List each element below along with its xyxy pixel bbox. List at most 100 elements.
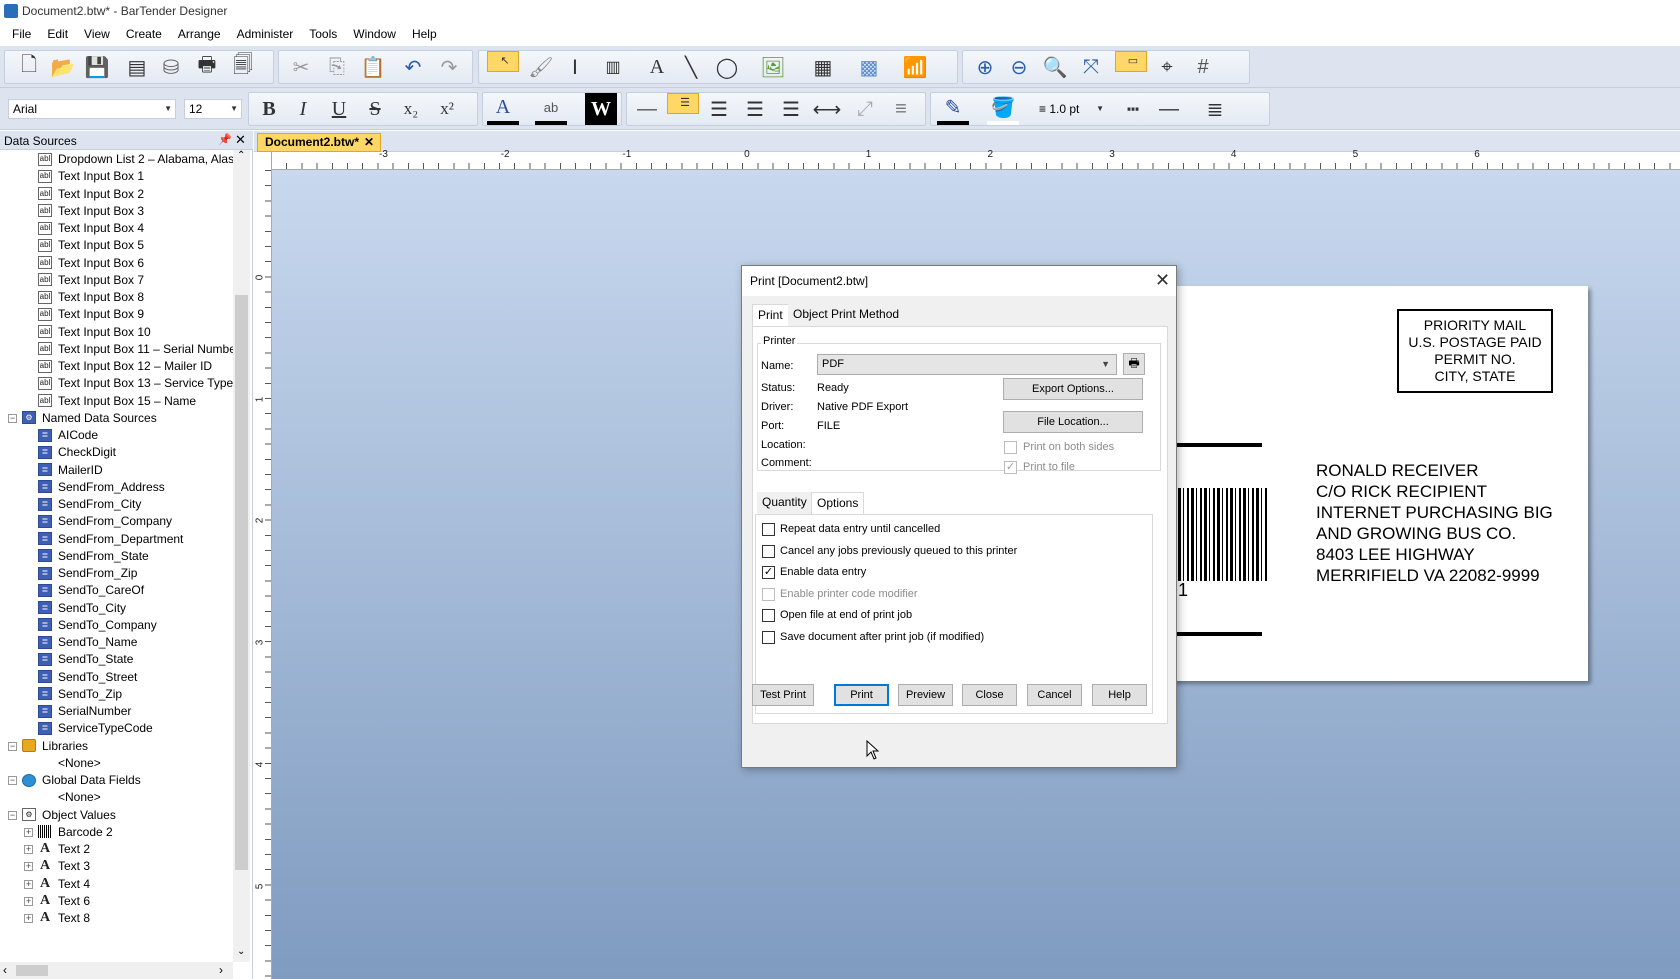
scroll-left-icon[interactable]: ‹ <box>3 963 7 977</box>
menu-administer[interactable]: Administer <box>229 23 302 46</box>
printer-name-select[interactable]: PDF ▼ <box>817 354 1117 375</box>
cut-icon[interactable]: ✂ <box>285 51 317 83</box>
line-end-icon[interactable]: — <box>1153 93 1185 125</box>
text-background-icon[interactable]: W <box>585 93 617 125</box>
option-checkbox[interactable] <box>762 544 775 558</box>
tree-item[interactable]: ≣ MailerID <box>38 461 103 479</box>
close-icon[interactable]: ✕ <box>235 132 246 148</box>
collapse-icon[interactable]: − <box>8 741 17 751</box>
bold-icon[interactable]: B <box>253 93 285 125</box>
cancel-button[interactable]: Cancel <box>1027 684 1082 706</box>
tree-item[interactable]: abl Text Input Box 2 <box>38 185 144 203</box>
scrollbar-thumb[interactable] <box>235 295 248 870</box>
tree-item[interactable]: abl Text Input Box 4 <box>38 219 144 237</box>
page-setup-icon[interactable]: ▤ <box>121 51 153 83</box>
scroll-right-icon[interactable]: › <box>219 963 223 977</box>
grid-toggle-icon[interactable]: # <box>1187 51 1219 83</box>
tree-item[interactable]: ≣ SendFrom_Department <box>38 530 183 548</box>
undo-icon[interactable]: ↶ <box>397 51 429 83</box>
printer-properties-icon[interactable]: 🖶 <box>1123 353 1145 375</box>
fit-text-icon[interactable]: ⟷ <box>811 93 843 125</box>
print-both-sides-checkbox[interactable] <box>1004 441 1017 454</box>
tree-item[interactable]: ≣ ServiceTypeCode <box>38 719 153 737</box>
menu-arrange[interactable]: Arrange <box>170 23 229 46</box>
zoom-whole-page-icon[interactable]: ⤧ <box>1075 51 1107 83</box>
menu-create[interactable]: Create <box>118 23 170 46</box>
format-painter-icon[interactable]: 🖌 <box>525 51 557 83</box>
scrollbar-thumb[interactable] <box>16 965 48 976</box>
option-checkbox[interactable]: ✓ <box>762 566 775 579</box>
tree-item[interactable]: ≣ SendTo_CareOf <box>38 581 144 599</box>
italic-icon[interactable]: I <box>287 93 319 125</box>
tree-item[interactable]: − ⚙ Named Data Sources <box>8 409 157 427</box>
close-button[interactable]: Close <box>962 684 1017 706</box>
collapse-icon[interactable]: − <box>8 776 17 785</box>
tree-item[interactable]: ≣ CheckDigit <box>38 443 116 461</box>
zoom-in-icon[interactable]: ⊕ <box>969 51 1001 83</box>
align-right-icon[interactable]: ☰ <box>739 93 771 125</box>
select-pointer-icon[interactable]: ↖ <box>487 51 519 72</box>
print-preview-icon[interactable]: 🗐 <box>227 51 259 83</box>
superscript-icon[interactable]: x² <box>431 93 463 125</box>
menu-window[interactable]: Window <box>345 23 404 46</box>
tree-item[interactable]: + A Text 2 <box>24 840 90 858</box>
pin-icon[interactable]: 📌 <box>218 133 232 146</box>
save-icon[interactable]: 💾 <box>81 51 113 83</box>
tab-quantity[interactable]: Quantity <box>757 492 812 514</box>
tree-item[interactable]: abl Dropdown List 2 – Alabama, Alas <box>38 150 233 168</box>
tree-item[interactable]: + A Text 3 <box>24 857 90 875</box>
tree-item[interactable]: + A Text 8 <box>24 909 90 927</box>
tree-item[interactable]: − Global Data Fields <box>8 771 141 789</box>
tree-item[interactable]: ≣ SerialNumber <box>38 702 131 720</box>
shape-tool-icon[interactable]: ◯ <box>711 51 743 83</box>
tree-item[interactable]: − Libraries <box>8 737 88 755</box>
menu-help[interactable]: Help <box>404 23 445 46</box>
grid-tool-icon[interactable]: ▩ <box>853 51 885 83</box>
label-divider-line[interactable] <box>1170 443 1262 447</box>
line-spacing-icon[interactable]: ≣ <box>1199 93 1231 125</box>
tree-item[interactable]: ≣ AICode <box>38 426 98 444</box>
tree-item[interactable]: ≣ SendFrom_Zip <box>38 564 137 582</box>
menu-tools[interactable]: Tools <box>301 23 345 46</box>
tree-item[interactable]: abl Text Input Box 8 <box>38 288 144 306</box>
font-name-select[interactable]: Arial ▼ <box>8 99 176 119</box>
tree-item[interactable]: abl Text Input Box 11 – Serial Numbe <box>38 340 233 358</box>
tree-item[interactable]: + A Text 6 <box>24 892 90 910</box>
tree-item[interactable]: abl Text Input Box 6 <box>38 254 144 272</box>
barcode-object[interactable] <box>1178 488 1268 581</box>
tree-item[interactable]: ≣ SendFrom_Company <box>38 512 172 530</box>
tree-horizontal-scrollbar[interactable]: ‹ › <box>0 962 233 979</box>
option-checkbox[interactable] <box>762 523 775 536</box>
line-color-icon[interactable]: ✎ <box>937 93 969 125</box>
tree-item[interactable]: abl Text Input Box 7 <box>38 271 144 289</box>
align-center-icon[interactable]: ☰ <box>703 93 735 125</box>
tree-item[interactable]: + Barcode 2 <box>24 823 113 841</box>
tree-item[interactable]: abl Text Input Box 1 <box>38 167 144 185</box>
option-checkbox[interactable] <box>762 630 775 644</box>
align-left-icon[interactable]: ☰ <box>667 93 699 114</box>
label-divider-line[interactable] <box>1170 632 1262 636</box>
tab-print[interactable]: Print <box>752 304 789 326</box>
font-color-icon[interactable]: A <box>487 93 519 125</box>
zoom-to-fit-icon[interactable]: 🔍 <box>1039 51 1071 83</box>
text-rotate-icon[interactable]: ⤢ <box>849 93 881 125</box>
tree-item[interactable]: abl Text Input Box 3 <box>38 202 144 220</box>
expand-icon[interactable]: + <box>24 845 33 854</box>
open-folder-icon[interactable]: 📂 <box>47 51 79 83</box>
new-document-icon[interactable]: 🗋 <box>13 51 45 83</box>
tree-item[interactable]: abl Text Input Box 10 <box>38 323 151 341</box>
tree-item[interactable]: <None> <box>58 754 101 772</box>
fill-color-icon[interactable]: 🪣 <box>987 93 1019 125</box>
zoom-out-icon[interactable]: ⊖ <box>1003 51 1035 83</box>
database-icon[interactable]: ⛁ <box>155 51 187 83</box>
snap-icon[interactable]: ⌖ <box>1151 51 1183 83</box>
tree-vertical-scrollbar[interactable]: ⌃ ⌄ <box>233 150 250 962</box>
tree-item[interactable]: abl Text Input Box 9 <box>38 305 144 323</box>
scroll-down-icon[interactable]: ⌄ <box>237 946 245 957</box>
tree-item[interactable]: ≣ SendTo_Name <box>38 633 137 651</box>
option-checkbox[interactable] <box>762 609 775 622</box>
document-tab[interactable]: Document2.btw* ✕ <box>257 133 381 152</box>
tree-item[interactable]: abl Text Input Box 12 – Mailer ID <box>38 357 212 375</box>
horizontal-line-icon[interactable]: — <box>631 93 663 125</box>
tree-item[interactable]: abl Text Input Box 5 <box>38 236 144 254</box>
